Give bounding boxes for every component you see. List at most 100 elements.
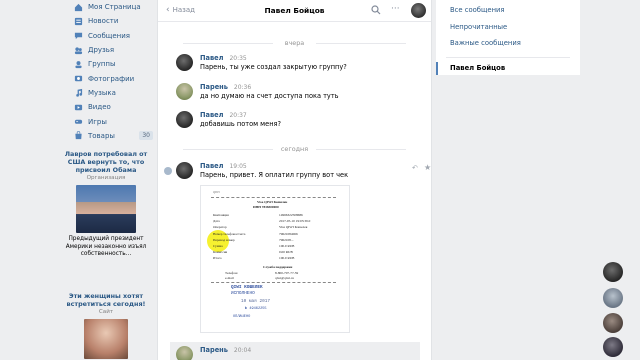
check-icon[interactable] xyxy=(164,167,172,175)
groups-icon xyxy=(74,60,83,69)
receipt-key: Итого xyxy=(213,256,222,261)
message-item-selected[interactable]: Парень 20:04 xyxy=(170,342,420,360)
ad-text: Предыдущий президент Америки незаконно и… xyxy=(65,236,147,257)
nav-item-news[interactable]: Новости xyxy=(60,14,155,28)
receipt-key: Дата xyxy=(213,219,220,224)
receipt-key: Оператор xyxy=(213,225,227,230)
filter-all[interactable]: Все сообщения xyxy=(436,2,580,19)
filter-important[interactable]: Важные сообщения xyxy=(436,35,580,52)
avatar[interactable] xyxy=(176,54,193,71)
star-icon[interactable]: ★ xyxy=(424,163,431,172)
author-name[interactable]: Павел xyxy=(200,162,223,170)
nav-item-messages[interactable]: Сообщения xyxy=(60,29,155,43)
games-icon xyxy=(74,117,83,126)
receipt-corner: QIWI xyxy=(213,191,220,194)
ad-org: Организация xyxy=(86,175,126,181)
author-name[interactable]: Парень xyxy=(200,346,228,354)
filter-unread[interactable]: Непрочитанные xyxy=(436,19,580,36)
nav-item-home[interactable]: Моя Страница xyxy=(60,0,155,14)
message-time: 20:36 xyxy=(233,84,252,91)
receipt-value: 14966322508686 xyxy=(279,213,303,217)
video-icon xyxy=(74,103,83,112)
nav-item-label: Группы xyxy=(88,60,116,69)
message-author[interactable]: Павел 20:35 xyxy=(200,54,247,62)
receipt-image[interactable]: QIWI Visa QIWI Кошелек ИНН 7838300000 Кв… xyxy=(200,185,350,333)
receipt-value: 0.00 RUB xyxy=(279,250,293,255)
author-name[interactable]: Павел xyxy=(200,111,223,119)
active-dialog[interactable]: Павел Бойцов xyxy=(436,61,580,75)
nav-item-label: Новости xyxy=(88,17,119,26)
ad-org: Сайт xyxy=(98,309,114,315)
search-icon[interactable] xyxy=(371,5,381,15)
nav-item-music[interactable]: Музыка xyxy=(60,86,155,100)
nav-item-photos[interactable]: Фотографии xyxy=(60,71,155,85)
receipt-value: 7962108... xyxy=(279,237,294,242)
receipt-value: 100.0 RUB xyxy=(279,256,295,261)
nav-item-games[interactable]: Игры xyxy=(60,114,155,128)
message-time: 20:37 xyxy=(229,112,247,119)
more-icon[interactable]: ··· xyxy=(391,4,400,14)
nav-item-label: Моя Страница xyxy=(88,3,141,12)
dialog-panel: ‹ Назад Павел Бойцов ··· вчера Павел 20:3… xyxy=(157,0,432,360)
receipt-value: 100.0 RUB xyxy=(279,244,295,248)
nav-item-label: Игры xyxy=(88,117,107,126)
message-author[interactable]: Павел 19:05 xyxy=(200,162,247,170)
reply-icon[interactable]: ↶ xyxy=(412,164,418,172)
avatar[interactable] xyxy=(603,288,623,308)
messages-icon xyxy=(74,31,83,40)
receipt-key: Номер телефона/счета xyxy=(213,231,246,236)
avatar[interactable] xyxy=(603,262,623,282)
stamp-bottom: ОПЛАЧЕНО xyxy=(233,315,251,319)
message-text: добавишь потом меня? xyxy=(200,120,281,128)
nav-item-groups[interactable]: Группы xyxy=(60,57,155,71)
nav-item-label: Друзья xyxy=(88,46,115,55)
message-time: 19:05 xyxy=(229,163,247,170)
message-time: 20:04 xyxy=(233,347,252,354)
friends-icon xyxy=(74,46,83,55)
receipt-key: Квитанция xyxy=(213,213,229,217)
ad-image[interactable] xyxy=(84,319,128,359)
avatar[interactable] xyxy=(603,313,623,333)
receipt-email-label: e-mail xyxy=(225,276,234,280)
avatar[interactable] xyxy=(411,3,426,18)
news-icon xyxy=(74,17,83,26)
ad-title[interactable]: Лавров потребовал от США вернуть то, что… xyxy=(60,150,152,174)
stamp-date: 10 мая 2017 xyxy=(241,299,270,304)
message-author[interactable]: Парень 20:04 xyxy=(200,346,251,354)
message-text: да но думаю на счет доступа пока туть xyxy=(200,92,339,100)
ad-block-lavrov[interactable]: Лавров потребовал от США вернуть то, что… xyxy=(60,150,152,259)
nav-item-goods[interactable]: Товары 30 xyxy=(60,129,155,143)
avatar[interactable] xyxy=(176,346,193,360)
author-name[interactable]: Павел xyxy=(200,54,223,62)
message-author[interactable]: Павел 20:37 xyxy=(200,111,247,119)
day-divider: сегодня xyxy=(158,142,431,156)
receipt-divider xyxy=(211,282,336,283)
avatar[interactable] xyxy=(176,83,193,100)
day-divider: вчера xyxy=(158,36,431,50)
nav-item-video[interactable]: Видео xyxy=(60,100,155,114)
stamp-num: № 49462255 xyxy=(245,307,267,311)
avatar[interactable] xyxy=(603,337,623,357)
nav-item-friends[interactable]: Друзья xyxy=(60,43,155,57)
receipt-key: Комиссия xyxy=(213,250,228,255)
ad-title[interactable]: Эти женщины хотят встретиться сегодня! xyxy=(60,292,152,308)
avatar[interactable] xyxy=(176,111,193,128)
avatar[interactable] xyxy=(176,162,193,179)
count-badge: 30 xyxy=(139,131,153,141)
message-time: 20:35 xyxy=(229,55,247,62)
receipt-value: 2017-05-10 19:03:39.0 xyxy=(279,219,311,224)
ad-image[interactable] xyxy=(76,185,136,233)
stamp-top: QIWI КОШЕЛЕК xyxy=(231,285,263,290)
author-name[interactable]: Парень xyxy=(200,83,228,91)
receipt-value: 79621084066 xyxy=(279,231,298,236)
dialog-header: ‹ Назад Павел Бойцов ··· xyxy=(158,0,431,22)
receipt-support: Служба поддержки xyxy=(263,265,293,269)
message-author[interactable]: Парень 20:36 xyxy=(200,83,251,91)
receipt-header: Visa QIWI Кошелек xyxy=(257,200,288,204)
ad-block-women[interactable]: Эти женщины хотят встретиться сегодня! С… xyxy=(60,292,152,359)
divider xyxy=(446,56,570,58)
nav-item-label: Товары xyxy=(88,131,115,140)
message-text: Парень, привет. Я оплатил группу вот чек xyxy=(200,171,349,179)
receipt-key: Сумма xyxy=(213,244,223,248)
right-navigation: Все сообщения Непрочитанные Важные сообщ… xyxy=(436,0,580,75)
